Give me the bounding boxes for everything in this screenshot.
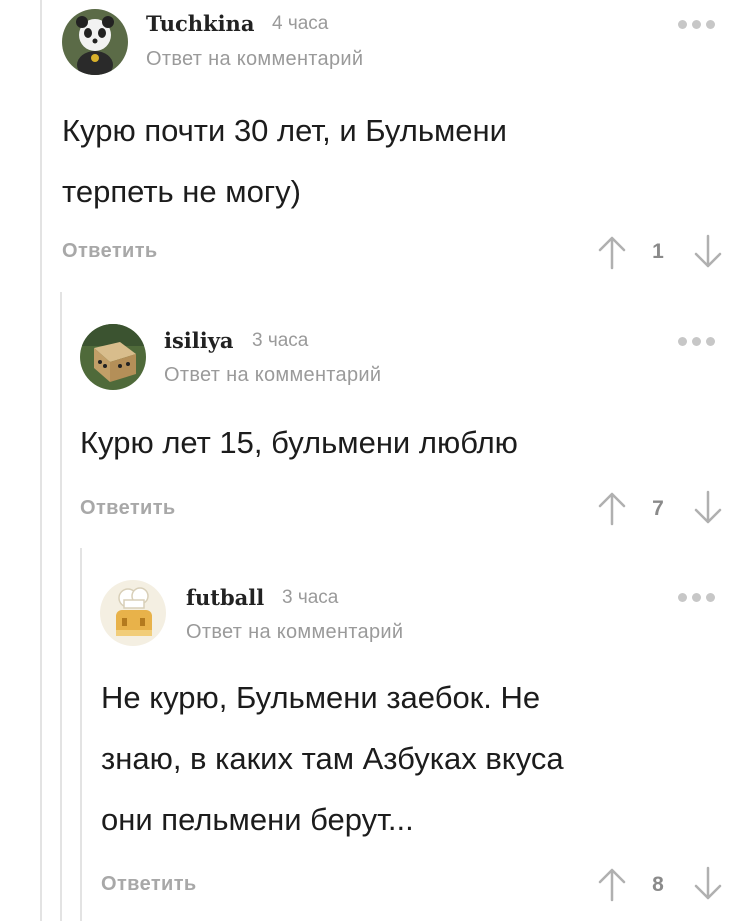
upvote-arrow-icon[interactable]	[592, 864, 632, 904]
more-options-icon[interactable]	[678, 590, 722, 604]
chef-avatar-icon[interactable]	[100, 580, 166, 646]
comment-text: Не курю, Бульмени заебок. Не знаю, в как…	[101, 667, 564, 850]
reply-to-link[interactable]: Ответ на комментарий	[186, 621, 403, 644]
comment-author[interactable]: futball	[186, 585, 264, 610]
downvote-arrow-icon[interactable]	[688, 864, 728, 904]
comment: futball 3 часа Ответ на комментарий Не к…	[0, 0, 750, 921]
comment-text-line: Не курю, Бульмени заебок. Не	[101, 680, 541, 715]
comment-text-line: знаю, в каких там Азбуках вкуса	[101, 741, 564, 776]
vote-score: 8	[652, 873, 664, 896]
comment-time: 3 часа	[282, 587, 339, 608]
reply-button[interactable]: Ответить	[101, 873, 197, 896]
comment-text-line: они пельмени берут...	[101, 802, 414, 837]
